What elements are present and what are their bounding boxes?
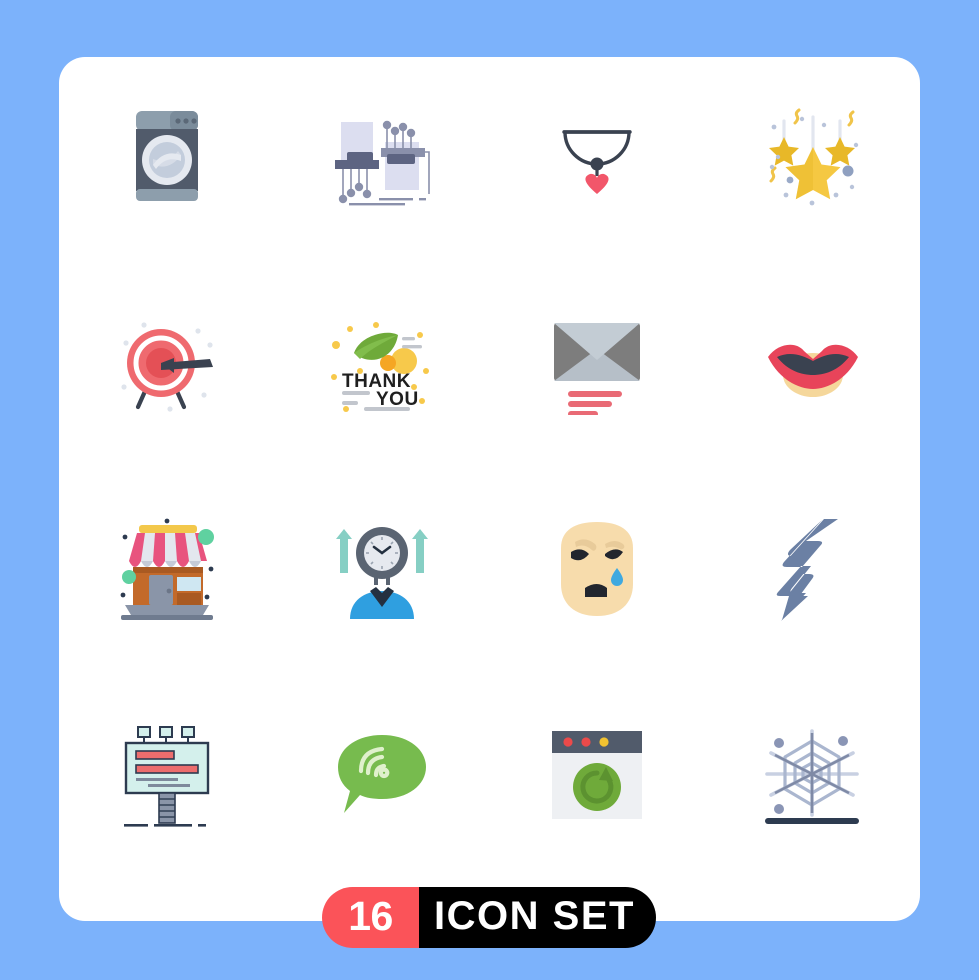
icon-cell-washing-machine[interactable]: [59, 57, 274, 262]
lips-icon: [767, 344, 858, 397]
page-root: THANK YOU 16 ICON SET: [0, 0, 979, 980]
browser-refresh-icon: [552, 730, 643, 819]
icon-cell-hanging-stars[interactable]: [705, 57, 920, 262]
thank-you-card-icon: THANK YOU: [330, 321, 429, 412]
icon-cell-thank-you[interactable]: THANK YOU: [274, 262, 489, 467]
time-management-icon: [335, 526, 428, 619]
send-mail-icon: [554, 322, 641, 415]
lightning-bolt-icon: [777, 518, 839, 621]
icon-cell-chat-bubble[interactable]: [274, 672, 489, 877]
svg-text:YOU: YOU: [376, 389, 419, 410]
billboard-icon: [124, 725, 210, 827]
necklace-heart-icon: [562, 129, 632, 194]
icon-cell-time-management[interactable]: [274, 467, 489, 672]
icon-cell-circuit-board[interactable]: [274, 57, 489, 262]
chat-signal-icon: [337, 734, 426, 813]
target-arrow-icon: [121, 321, 214, 412]
icon-grid: THANK YOU: [59, 57, 920, 877]
icon-cell-target[interactable]: [59, 262, 274, 467]
icon-cell-crying-face[interactable]: [490, 467, 705, 672]
crying-face-icon: [561, 521, 634, 616]
icon-cell-send-mail[interactable]: [490, 262, 705, 467]
icon-set-banner: 16 ICON SET: [322, 887, 656, 948]
shop-store-icon: [120, 518, 214, 620]
icon-cell-browser-refresh[interactable]: [490, 672, 705, 877]
icon-cell-lips[interactable]: [705, 262, 920, 467]
icon-cell-shop[interactable]: [59, 467, 274, 672]
icon-cell-necklace[interactable]: [490, 57, 705, 262]
icon-cell-lightning[interactable]: [705, 467, 920, 672]
icon-set-label: ICON SET: [419, 887, 656, 948]
washing-machine-icon: [135, 110, 198, 201]
spider-web-icon: [765, 728, 860, 824]
hanging-stars-icon: [768, 108, 859, 206]
icon-count-badge: 16: [322, 887, 419, 948]
icon-cell-spider-web[interactable]: [705, 672, 920, 877]
icon-cell-billboard[interactable]: [59, 672, 274, 877]
circuit-board-icon: [334, 120, 430, 206]
